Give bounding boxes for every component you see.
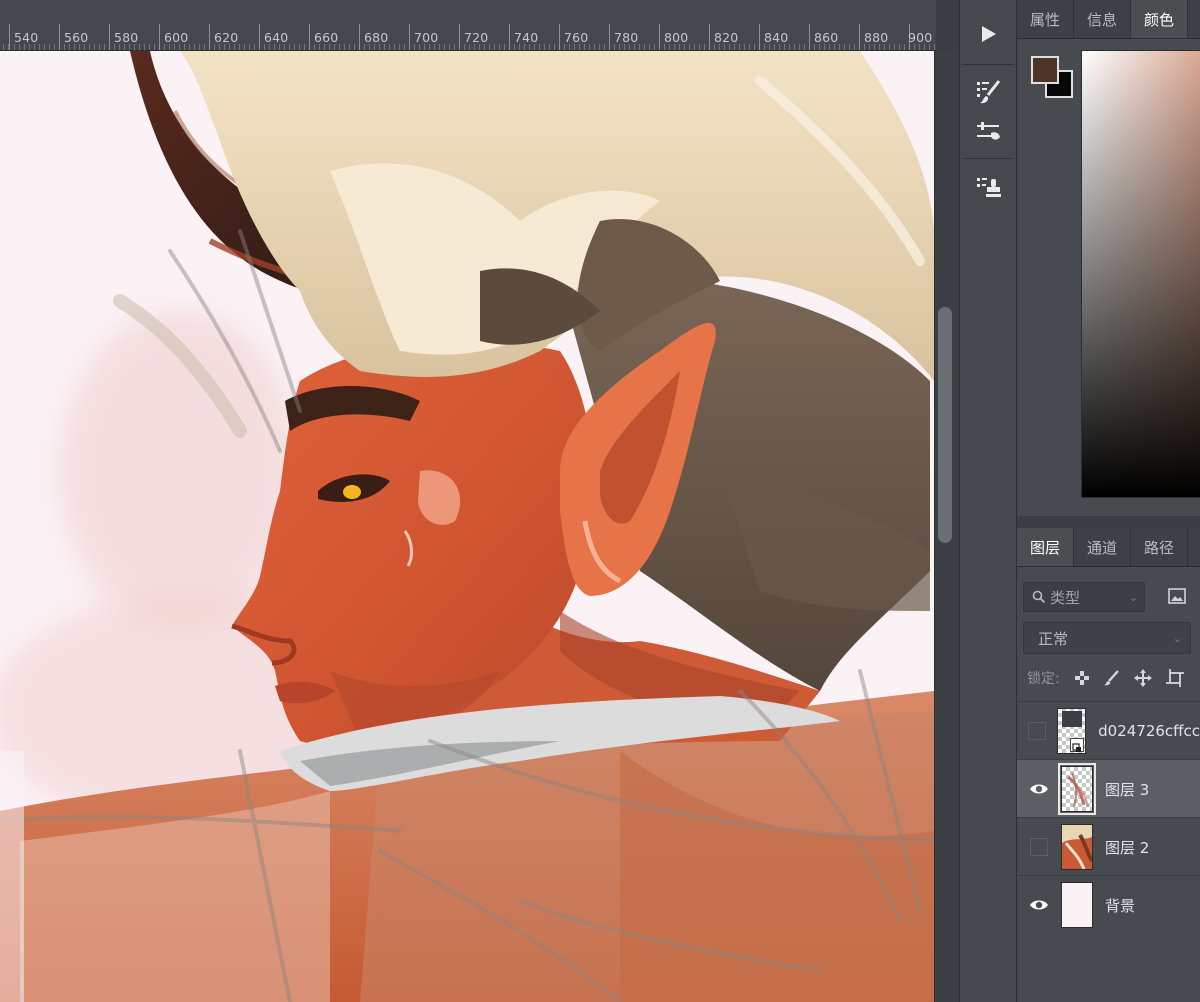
document-canvas[interactable] — [0, 51, 934, 1002]
ruler-label: 580 — [114, 30, 139, 45]
color-panel-tabs: 属性 信息 颜色 — [1017, 0, 1200, 39]
ruler-label: 640 — [264, 30, 289, 45]
ruler-label: 680 — [364, 30, 389, 45]
layer-row[interactable]: 背景 — [1017, 875, 1200, 934]
brush-settings-icon[interactable] — [964, 72, 1012, 112]
layer-visibility-toggle[interactable] — [1017, 898, 1061, 912]
layer-name: d024726cffcc — [1098, 722, 1200, 740]
layer-thumbnail — [1058, 763, 1096, 815]
blend-mode-value: 正常 — [1038, 629, 1069, 648]
panel-dock-strip — [959, 0, 1017, 1002]
chevron-down-icon: ⌄ — [1128, 590, 1138, 604]
layer-name: 图层 2 — [1105, 838, 1150, 857]
tab-paths[interactable]: 路径 — [1131, 528, 1189, 566]
smart-object-badge-icon — [1070, 738, 1085, 752]
horizontal-ruler[interactable]: 540 560 580 600 620 640 660 680 700 720 … — [0, 0, 936, 51]
ruler-label: 540 — [14, 30, 39, 45]
chevron-down-icon: ⌄ — [1172, 631, 1182, 645]
layer-name: 背景 — [1105, 896, 1136, 915]
layer-row-selected[interactable]: 图层 3 — [1017, 759, 1200, 818]
ruler-label: 720 — [464, 30, 489, 45]
lock-label: 锁定: — [1027, 671, 1060, 687]
layer-row[interactable]: 图层 2 — [1017, 817, 1200, 876]
lock-position-icon[interactable] — [1133, 669, 1152, 687]
ruler-label: 860 — [814, 30, 839, 45]
layer-thumbnail — [1061, 882, 1093, 928]
layer-visibility-toggle[interactable] — [1017, 782, 1061, 796]
smart-object-thumbnail — [1056, 708, 1087, 754]
visibility-empty-box — [1030, 838, 1048, 856]
ruler-label: 820 — [714, 30, 739, 45]
blend-mode-select[interactable]: 正常 ⌄ — [1023, 622, 1191, 654]
ruler-label: 780 — [614, 30, 639, 45]
eye-icon — [1030, 900, 1048, 910]
layers-panel-tabs: 图层 通道 路径 — [1017, 528, 1200, 567]
tab-properties[interactable]: 属性 — [1017, 0, 1075, 38]
tab-layers[interactable]: 图层 — [1017, 528, 1075, 566]
color-swatches — [1031, 56, 1077, 102]
layer-name: 图层 3 — [1105, 780, 1150, 799]
scrollbar-thumb[interactable] — [938, 307, 952, 543]
color-panel: 属性 信息 颜色 — [1017, 0, 1200, 516]
foreground-color-swatch[interactable] — [1031, 56, 1059, 84]
ruler-label: 600 — [164, 30, 189, 45]
tab-channels[interactable]: 通道 — [1074, 528, 1132, 566]
brush-presets-icon[interactable] — [964, 112, 1012, 152]
strip-divider — [963, 158, 1013, 159]
image-filter-icon[interactable] — [1163, 582, 1191, 610]
lock-pixels-icon[interactable] — [1103, 670, 1120, 686]
layer-row[interactable]: d024726cffcc — [1017, 701, 1200, 760]
color-picker-field[interactable] — [1081, 50, 1200, 498]
lock-artboard-icon[interactable] — [1165, 669, 1184, 687]
ruler-label: 740 — [514, 30, 539, 45]
layer-visibility-toggle[interactable] — [1017, 838, 1061, 856]
ruler-label: 840 — [764, 30, 789, 45]
layer-thumbnail — [1061, 824, 1093, 870]
thumbnail-dark-block — [1061, 711, 1082, 727]
ruler-label: 880 — [864, 30, 889, 45]
ruler-label: 900 — [908, 30, 933, 45]
canvas-vertical-scrollbar[interactable] — [934, 51, 959, 1002]
ruler-label: 660 — [314, 30, 339, 45]
layers-panel: 图层 通道 路径 类型 ⌄ 正常 ⌄ 锁定: d024726cffcc 图层 3… — [1017, 528, 1200, 1002]
lock-row: 锁定: — [1027, 664, 1184, 692]
search-icon — [1032, 590, 1046, 604]
ruler-label: 760 — [564, 30, 589, 45]
strip-divider — [963, 64, 1013, 65]
visibility-empty-box — [1027, 722, 1046, 740]
tab-info[interactable]: 信息 — [1074, 0, 1132, 38]
clone-source-icon[interactable] — [964, 168, 1012, 208]
ruler-label: 560 — [64, 30, 89, 45]
play-icon[interactable] — [964, 14, 1012, 54]
eye-icon — [1030, 784, 1048, 794]
layer-visibility-toggle[interactable] — [1017, 722, 1057, 740]
layer-filter-label: 类型 — [1050, 588, 1081, 607]
ruler-label: 700 — [414, 30, 439, 45]
tab-color[interactable]: 颜色 — [1131, 0, 1189, 38]
lock-transparency-icon[interactable] — [1074, 670, 1090, 686]
layer-filter-select[interactable]: 类型 ⌄ — [1023, 582, 1145, 612]
ruler-label: 620 — [214, 30, 239, 45]
ruler-label: 800 — [664, 30, 689, 45]
painting-artwork — [0, 51, 934, 1002]
